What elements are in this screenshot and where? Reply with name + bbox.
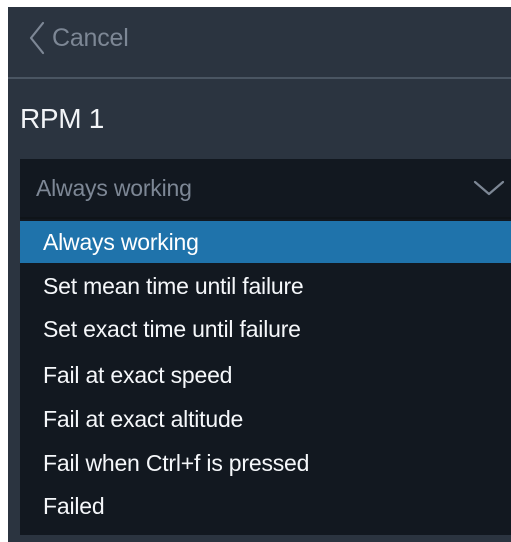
failure-mode-select[interactable]: Always working	[20, 159, 511, 217]
select-current-value: Always working	[36, 175, 192, 201]
failure-mode-options-list: Always working Set mean time until failu…	[20, 217, 511, 535]
option-fail-at-exact-altitude[interactable]: Fail at exact altitude	[20, 398, 511, 440]
failure-settings-panel: Cancel RPM 1 Always working Always worki…	[8, 7, 511, 542]
option-set-mean-time-until-failure[interactable]: Set mean time until failure	[20, 265, 511, 307]
option-always-working[interactable]: Always working	[20, 221, 511, 263]
option-fail-when-ctrl-f-pressed[interactable]: Fail when Ctrl+f is pressed	[20, 442, 511, 484]
option-failed[interactable]: Failed	[20, 485, 511, 527]
chevron-left-icon	[28, 21, 46, 55]
chevron-down-icon	[473, 179, 505, 202]
option-set-exact-time-until-failure[interactable]: Set exact time until failure	[20, 308, 511, 350]
section-title: RPM 1	[20, 103, 105, 134]
cancel-label: Cancel	[52, 23, 129, 52]
panel-header: Cancel	[8, 7, 511, 79]
cancel-button[interactable]: Cancel	[28, 20, 129, 56]
option-fail-at-exact-speed[interactable]: Fail at exact speed	[20, 354, 511, 396]
